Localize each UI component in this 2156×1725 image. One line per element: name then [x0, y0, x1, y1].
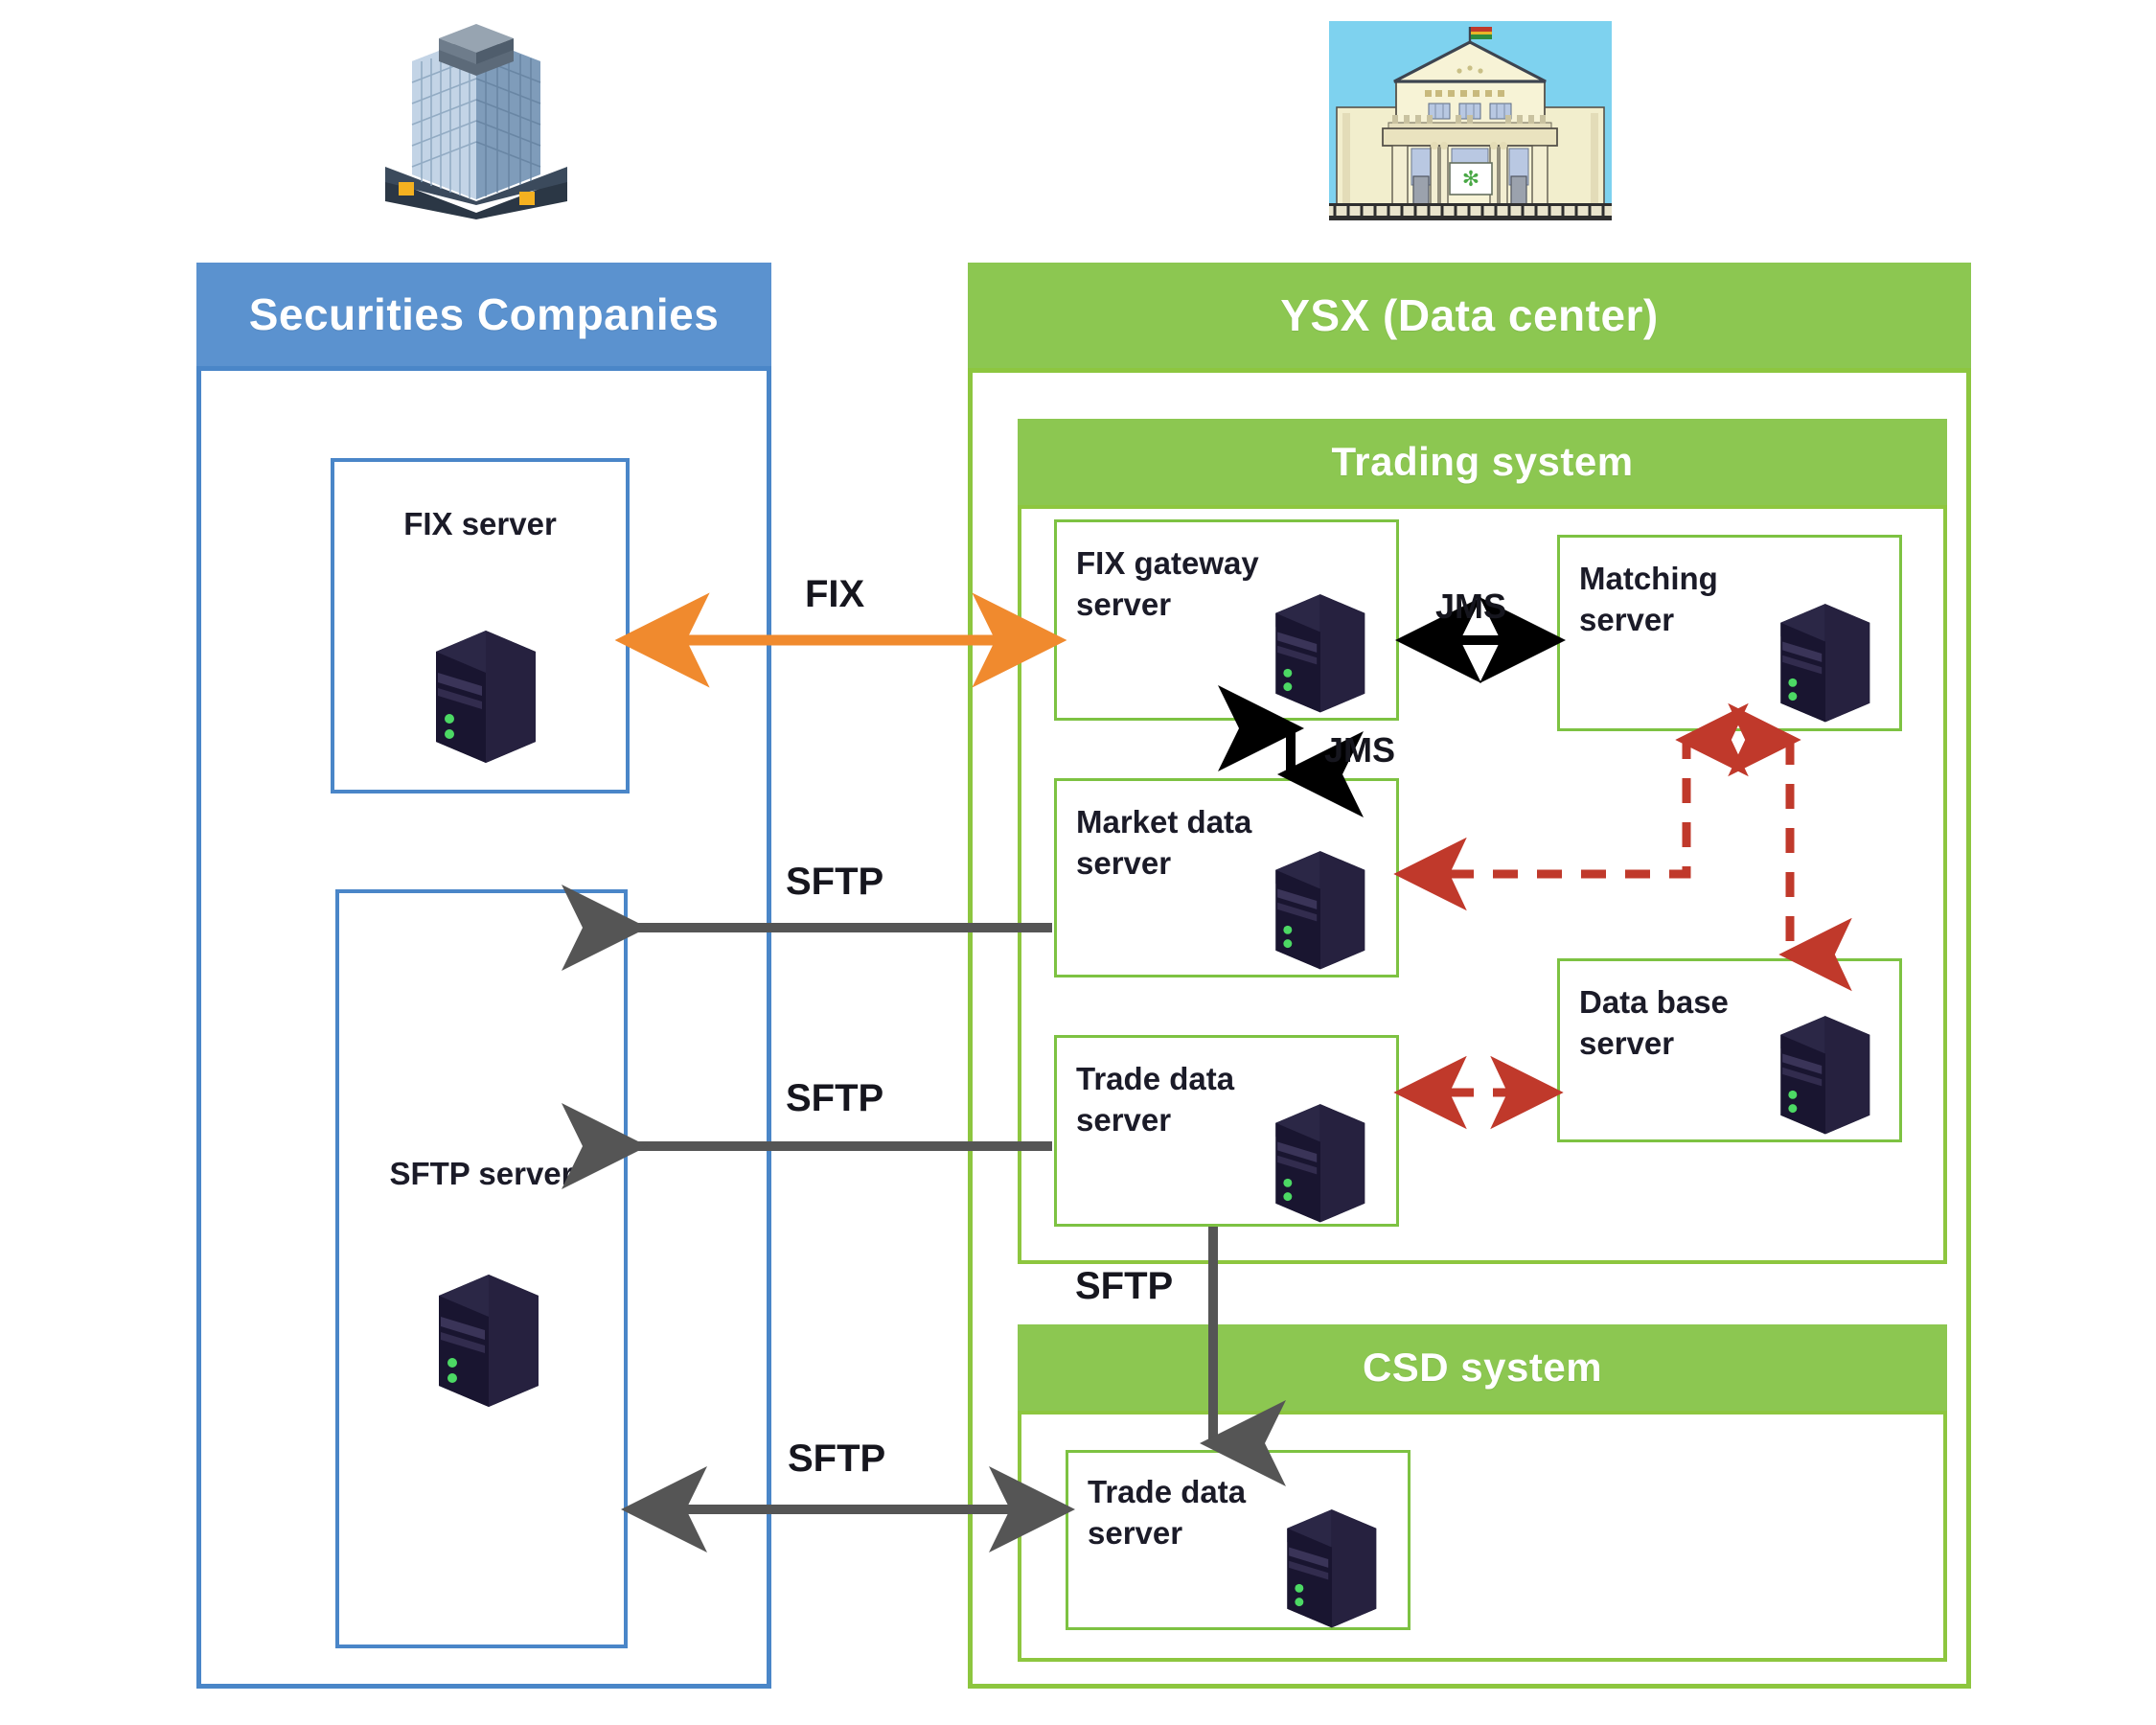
connector-label-fix: FIX	[805, 573, 865, 615]
connector-layer	[561, 592, 1852, 1552]
diagram-canvas: ✻ Securities Companies FIX server SFTP s…	[0, 0, 2156, 1725]
connector-label-sftp-market: SFTP	[786, 861, 884, 903]
connector-label-jms-top: JMS	[1435, 586, 1507, 626]
connector-label-sftp-bottom: SFTP	[788, 1438, 886, 1480]
connector-label-jms-down: JMS	[1324, 730, 1396, 770]
connector-db-matching-market	[1393, 702, 1749, 911]
connector-label-sftp-csd: SFTP	[1075, 1265, 1174, 1307]
connector-label-sftp-trade: SFTP	[786, 1077, 884, 1119]
